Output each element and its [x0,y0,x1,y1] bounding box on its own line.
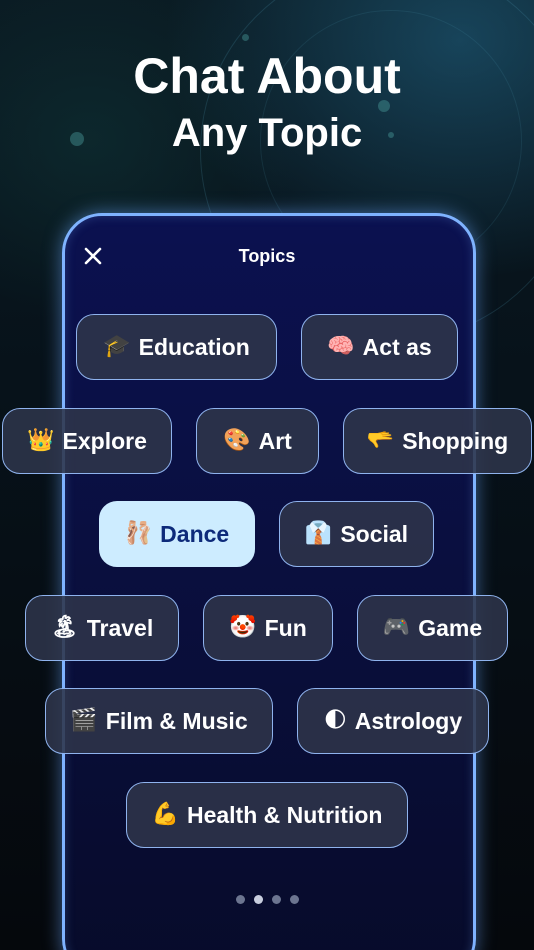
moon-icon: 🌓 [323,708,347,733]
hand-icon: 🫳 [366,428,395,453]
page-indicator [236,895,299,904]
topic-chip-travel[interactable]: 🏝 Travel [25,595,179,661]
clown-icon: 🤡 [229,615,257,640]
topic-chip-film-music[interactable]: 🎬 Film & Music [45,688,273,754]
palette-icon: 🎨 [223,428,251,453]
topic-chip-label: Art [258,427,292,454]
topic-chip-label: Shopping [402,427,509,454]
topic-chip-label: Astrology [354,707,463,734]
topic-chip-label: Explore [62,427,147,454]
topic-chip-label: Film & Music [105,707,248,734]
graduation-cap-icon: 🎓 [103,334,131,359]
necktie-icon: 👔 [304,521,333,546]
page-dot[interactable] [272,895,281,904]
gamepad-icon: 🎮 [382,615,411,640]
headline-subtitle: Any Topic [171,111,363,155]
topic-chip-label: Dance [160,520,230,547]
ballet-shoes-icon: 🩰 [124,521,153,546]
page-dot[interactable] [290,895,299,904]
topic-chip-label: Education [138,333,250,360]
flexed-biceps-icon: 💪 [151,802,179,827]
topic-chip-label: Act as [362,333,432,360]
topic-chip-act-as[interactable]: 🧠 Act as [301,314,458,380]
topic-chip-fun[interactable]: 🤡 Fun [203,595,333,661]
topic-chip-label: Social [340,520,409,547]
topic-chip-education[interactable]: 🎓 Education [76,314,277,380]
topic-chip-label: Health & Nutrition [186,801,383,828]
crown-icon: 👑 [27,428,55,453]
background-dot [242,34,249,41]
topic-chip-explore[interactable]: 👑 Explore [2,408,172,474]
brain-icon: 🧠 [327,334,355,359]
topic-chip-label: Fun [264,614,307,641]
headline-title: Chat About [133,48,401,104]
topic-chip-art[interactable]: 🎨 Art [196,408,319,474]
topic-chip-social[interactable]: 👔 Social [279,501,434,567]
topic-chip-label: Travel [86,614,154,641]
topic-chip-game[interactable]: 🎮 Game [357,595,508,661]
topic-chip-dance[interactable]: 🩰 Dance [99,501,255,567]
topic-chip-astrology[interactable]: 🌓 Astrology [297,688,489,754]
topic-chip-health-nutrition[interactable]: 💪 Health & Nutrition [126,782,408,848]
island-icon: 🏝 [50,615,79,640]
topic-chip-label: Game [418,614,483,641]
page-dot[interactable] [254,895,263,904]
clapperboard-icon: 🎬 [70,708,98,733]
onboarding-screen: Chat About Any Topic Topics 🎓 Education … [0,0,534,950]
page-dot[interactable] [236,895,245,904]
modal-title: Topics [238,246,296,266]
topic-chip-shopping[interactable]: 🫳 Shopping [343,408,532,474]
